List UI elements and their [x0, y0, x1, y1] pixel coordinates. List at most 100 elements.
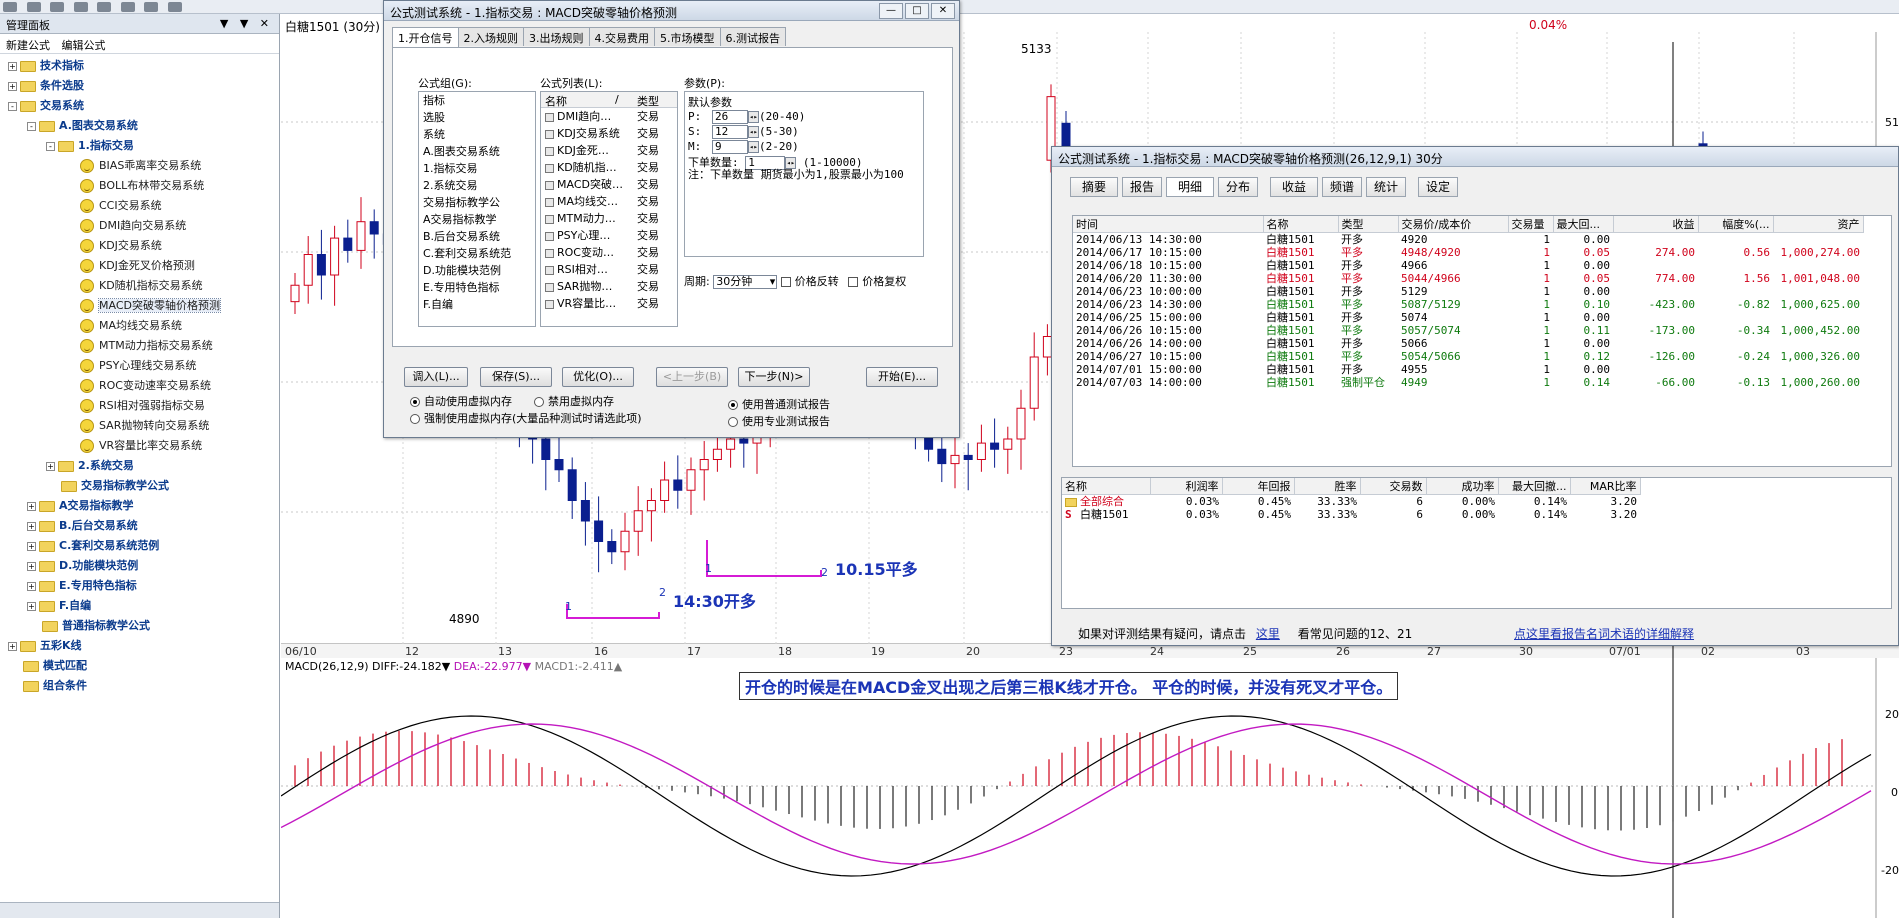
tree-node[interactable]: KDJ金死叉价格预测 — [0, 256, 279, 276]
tree-node[interactable]: + E.专用特色指标 — [0, 576, 279, 596]
radio-icon[interactable] — [410, 414, 420, 424]
collapse-icon[interactable]: - — [46, 141, 55, 151]
tree-node[interactable]: PSY心理线交易系统 — [0, 356, 279, 376]
summary-row[interactable]: S 白糖1501 0.03% 0.45% 33.33% 6 0.00% 0.14% 3.20 — [1062, 508, 1640, 521]
vm-force-option[interactable]: 强制使用虚拟内存(大量品种测试时请选此项) — [410, 410, 642, 426]
group-list-item[interactable]: 2.系统交易 — [419, 177, 535, 194]
table-row[interactable]: 2014/06/13 14:30:00 白糖1501 开多 4920 1 0.00 — [1073, 233, 1863, 247]
detail-table-panel[interactable]: 时间 名称 类型 交易价/成本价 交易量 最大回... 收益 幅度%(... 资产 2014/0… — [1072, 215, 1892, 467]
table-row[interactable]: 2014/06/23 10:00:00 白糖1501 开多 5129 1 0.00 — [1073, 285, 1863, 298]
minimize-icon[interactable]: — — [879, 3, 903, 19]
footer-faq-link[interactable]: 这里 — [1256, 627, 1280, 641]
tree-node[interactable]: 普通指标教学公式 — [0, 616, 279, 636]
tree-node[interactable]: +2.系统交易 — [0, 456, 279, 476]
detail-column-header[interactable]: 交易量 — [1508, 216, 1554, 233]
tree-node[interactable]: CCI交易系统 — [0, 196, 279, 216]
panel-controls[interactable]: ▼ ▼ ✕ — [220, 17, 273, 30]
period-select[interactable]: 30分钟 ▾ — [713, 275, 778, 289]
summary-column-header[interactable]: 利润率 — [1150, 478, 1223, 495]
tab-exit-rules[interactable]: 3.出场规则 — [523, 27, 590, 46]
tree-node[interactable]: BIAS乖离率交易系统 — [0, 156, 279, 176]
expand-icon[interactable]: + — [8, 81, 17, 91]
tree-node[interactable]: 模式匹配 — [0, 656, 279, 676]
param-value-input[interactable]: 26 — [712, 110, 748, 124]
detail-column-header[interactable]: 交易价/成本价 — [1398, 216, 1509, 233]
draw-icon[interactable] — [120, 2, 135, 12]
next-step-button[interactable]: 下一步(N)> — [738, 367, 810, 387]
close-icon[interactable]: ✕ — [931, 3, 955, 19]
tree-node[interactable]: ROC变动速率交易系统 — [0, 376, 279, 396]
save-icon[interactable] — [3, 2, 17, 12]
group-list-item[interactable]: D.功能模块范例 — [419, 262, 535, 279]
spin-icon[interactable]: ◂▸ — [748, 141, 759, 153]
expand-icon[interactable]: + — [27, 561, 36, 571]
formula-list-item[interactable]: ROC变动… 交易 — [541, 244, 677, 261]
expand-icon[interactable]: + — [27, 501, 36, 511]
optimize-button[interactable]: 优化(O)... — [562, 367, 634, 387]
param-value-input[interactable]: 12 — [712, 125, 748, 139]
tree-node[interactable]: - 交易系统 — [0, 96, 279, 116]
report-tab[interactable]: 分布 — [1218, 177, 1258, 197]
report-tab[interactable]: 统计 — [1366, 177, 1406, 197]
tree-node[interactable]: + C.套利交易系统范例 — [0, 536, 279, 556]
formula-list-item[interactable]: RSI相对… 交易 — [541, 261, 677, 278]
summary-column-header[interactable]: 成功率 — [1426, 478, 1499, 495]
edit-icon[interactable] — [144, 2, 158, 12]
formula-list-item[interactable]: SAR抛物… 交易 — [541, 278, 677, 295]
glossary-link[interactable]: 点这里看报告名词术语的详细解释 — [1514, 625, 1694, 642]
report-tab[interactable]: 收益 — [1270, 177, 1318, 197]
tree-node[interactable]: RSI相对强弱指标交易 — [0, 396, 279, 416]
group-list-item[interactable]: A交易指标教学 — [419, 211, 535, 228]
group-list-item[interactable]: 选股 — [419, 109, 535, 126]
radio-icon[interactable] — [534, 397, 544, 407]
panel-tabs[interactable] — [0, 902, 279, 918]
report-tab[interactable]: 报告 — [1122, 177, 1162, 197]
detail-column-header[interactable]: 最大回... — [1553, 216, 1614, 233]
tree-node[interactable]: - A.图表交易系统 — [0, 116, 279, 136]
tree-node[interactable]: + B.后台交易系统 — [0, 516, 279, 536]
new-formula-button[interactable]: 新建公式 — [6, 39, 50, 52]
group-list-item[interactable]: 指标 — [419, 92, 535, 109]
formula-list-item[interactable]: MA均线交… 交易 — [541, 193, 677, 210]
expand-icon[interactable]: + — [46, 461, 55, 471]
detail-column-header[interactable]: 幅度%(... — [1698, 216, 1774, 233]
collapse-icon[interactable]: - — [8, 101, 17, 111]
report-tab[interactable]: 频谱 — [1322, 177, 1362, 197]
table-row[interactable]: 2014/06/26 10:15:00 白糖1501 平多 5057/5074 1 0.1… — [1073, 324, 1863, 337]
summary-column-header[interactable]: 年回报 — [1222, 478, 1295, 495]
expand-icon[interactable]: + — [8, 61, 17, 71]
normal-report-option[interactable]: 使用普通测试报告 — [728, 396, 830, 412]
vm-disable-option[interactable]: 禁用虚拟内存 — [534, 393, 614, 409]
tree-node[interactable]: MACD突破零轴价格预测 — [0, 296, 279, 316]
radio-icon[interactable] — [728, 417, 738, 427]
table-row[interactable]: 2014/06/25 15:00:00 白糖1501 开多 5074 1 0.00 — [1073, 311, 1863, 324]
tree-node[interactable]: BOLL布林带交易系统 — [0, 176, 279, 196]
edit-formula-button[interactable]: 编辑公式 — [62, 39, 106, 52]
table-row[interactable]: 2014/06/26 14:00:00 白糖1501 开多 5066 1 0.00 — [1073, 337, 1863, 350]
detail-column-header[interactable]: 类型 — [1338, 216, 1399, 233]
tree-node[interactable]: MA均线交易系统 — [0, 316, 279, 336]
tab-entry-rules[interactable]: 2.入场规则 — [457, 27, 524, 46]
tree-node[interactable]: MTM动力指标交易系统 — [0, 336, 279, 356]
tree-node[interactable]: + 条件选股 — [0, 76, 279, 96]
tree-node[interactable]: 交易指标教学公式 — [0, 476, 279, 496]
table-row[interactable]: 2014/07/01 15:00:00 白糖1501 开多 4955 1 0.00 — [1073, 363, 1863, 376]
save-button[interactable]: 保存(S)... — [480, 367, 552, 387]
prev-step-button[interactable]: <上一步(B) — [656, 367, 728, 387]
tab-test-report[interactable]: 6.测试报告 — [719, 27, 786, 46]
report-tab[interactable]: 设定 — [1418, 177, 1458, 197]
table-row[interactable]: 2014/06/17 10:15:00 白糖1501 平多 4948/4920 1 0.0… — [1073, 246, 1863, 259]
expand-icon[interactable]: + — [27, 521, 36, 531]
tab-open-signal[interactable]: 1.开仓信号 — [392, 27, 459, 48]
summary-column-header[interactable]: 最大回撤... — [1498, 478, 1571, 495]
tree-node[interactable]: DMI趋向交易系统 — [0, 216, 279, 236]
radio-icon[interactable] — [410, 397, 420, 407]
summary-column-header[interactable]: 胜率 — [1294, 478, 1361, 495]
table-row[interactable]: 2014/06/20 11:30:00 白糖1501 平多 5044/4966 1 0.0… — [1073, 272, 1863, 285]
detail-column-header[interactable]: 名称 — [1263, 216, 1339, 233]
tab-market-model[interactable]: 5.市场模型 — [654, 27, 721, 46]
summary-row[interactable]: 全部综合 0.03% 0.45% 33.33% 6 0.00% 0.14% 3.20 — [1062, 495, 1640, 508]
tree-node[interactable]: SAR抛物转向交易系统 — [0, 416, 279, 436]
group-list-item[interactable]: E.专用特色指标 — [419, 279, 535, 296]
redo-icon[interactable] — [97, 2, 111, 12]
